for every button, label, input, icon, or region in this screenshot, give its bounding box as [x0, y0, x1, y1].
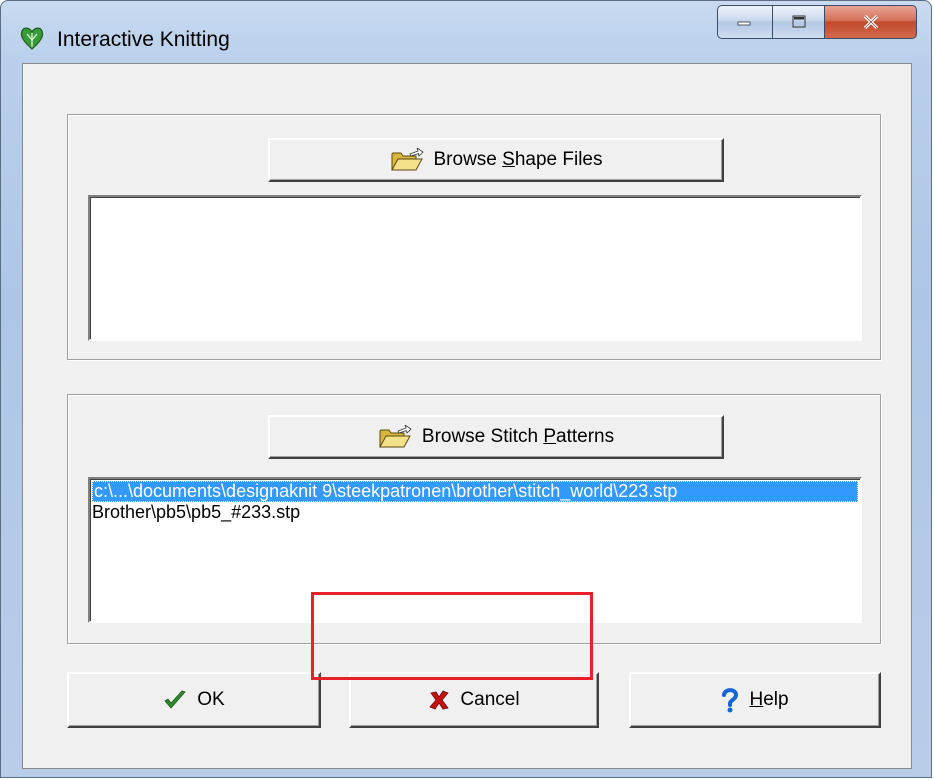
close-button[interactable]	[825, 5, 917, 39]
question-mark-icon	[721, 687, 739, 713]
ok-button[interactable]: OK	[67, 672, 321, 728]
stitch-patterns-group: Browse Stitch Patterns c:\...\documents\…	[67, 394, 881, 644]
maximize-button[interactable]	[773, 5, 825, 39]
dialog-client-area: Browse Shape Files Browse Stitch Pattern…	[22, 63, 912, 769]
shape-files-group: Browse Shape Files	[67, 114, 881, 360]
maximize-icon	[792, 15, 805, 28]
knitting-heart-icon	[20, 27, 44, 50]
help-label: Help	[749, 689, 789, 710]
window-title: Interactive Knitting	[57, 28, 230, 51]
window-controls	[717, 5, 917, 45]
app-window: Interactive Knitting Browse Shape Files …	[0, 0, 932, 778]
open-folder-icon	[378, 425, 412, 449]
ok-label: OK	[197, 689, 225, 710]
title-bar[interactable]: Interactive Knitting	[1, 1, 931, 63]
shape-files-list[interactable]	[88, 195, 862, 341]
help-button[interactable]: Help	[629, 672, 881, 728]
stitch-patterns-list[interactable]: c:\...\documents\designaknit 9\steekpatr…	[88, 477, 862, 623]
cancel-button[interactable]: Cancel	[349, 672, 599, 728]
list-item[interactable]: Brother\pb5\pb5_#233.stp	[90, 502, 860, 523]
checkmark-icon	[163, 689, 187, 711]
red-x-icon	[428, 689, 450, 711]
browse-shape-files-button[interactable]: Browse Shape Files	[268, 138, 724, 182]
list-item[interactable]: c:\...\documents\designaknit 9\steekpatr…	[92, 481, 858, 502]
cancel-label: Cancel	[460, 689, 520, 710]
browse-shape-files-label: Browse Shape Files	[433, 149, 603, 170]
close-icon	[863, 14, 878, 30]
minimize-icon	[737, 21, 751, 26]
open-folder-icon	[390, 148, 424, 172]
minimize-button[interactable]	[717, 5, 773, 39]
browse-stitch-patterns-label: Browse Stitch Patterns	[421, 426, 615, 447]
browse-stitch-patterns-button[interactable]: Browse Stitch Patterns	[268, 415, 724, 459]
